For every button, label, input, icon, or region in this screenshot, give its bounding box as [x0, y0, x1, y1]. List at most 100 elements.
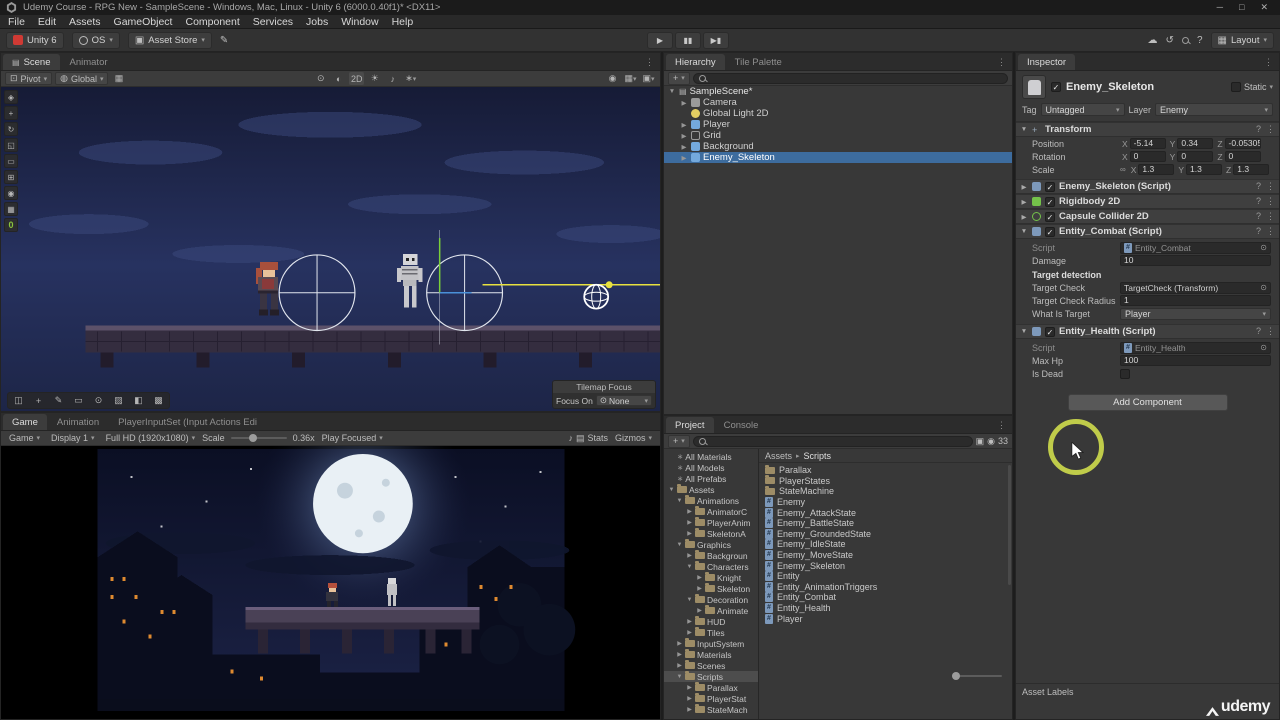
- grid-visual-dropdown[interactable]: ▦ ▾: [623, 72, 638, 85]
- file-enemy-idlestate[interactable]: Enemy_IdleState: [759, 539, 1007, 550]
- tree-scenes[interactable]: ▶ Scenes: [664, 660, 758, 671]
- tab-project[interactable]: Project: [666, 417, 714, 433]
- file-enemy-battlestate[interactable]: Enemy_BattleState: [759, 518, 1007, 529]
- file-statemachine[interactable]: StateMachine: [759, 485, 1007, 497]
- tree-background[interactable]: ▶ Backgroun: [664, 550, 758, 561]
- maximize-button[interactable]: □: [1239, 2, 1244, 13]
- tab-scene[interactable]: ▤ Scene: [3, 54, 60, 70]
- foldout-open-icon[interactable]: ▼: [676, 542, 683, 548]
- tilemap-select-button[interactable]: ◫: [9, 394, 28, 407]
- tree-decoration[interactable]: ▼ Decoration: [664, 594, 758, 605]
- unity-version-button[interactable]: Unity 6: [6, 31, 64, 49]
- tilemap-box-button[interactable]: ▭: [69, 394, 88, 407]
- package-icon[interactable]: ▣: [976, 436, 985, 447]
- scene-visibility-button[interactable]: ◐: [331, 72, 346, 85]
- object-picker-icon[interactable]: ⊙: [1260, 343, 1267, 352]
- tree-all-materials[interactable]: ∗ All Materials: [664, 451, 758, 462]
- os-button[interactable]: OS ▾: [71, 31, 120, 49]
- rect-tool-button[interactable]: ▭: [4, 154, 18, 168]
- tree-playerstat[interactable]: ▶ PlayerStat: [664, 693, 758, 704]
- foldout-closed-icon[interactable]: ▶: [676, 662, 683, 669]
- hierarchy-item-player[interactable]: ▶ Player: [664, 119, 1012, 130]
- play-button[interactable]: ▶: [646, 31, 673, 49]
- panel-menu-icon[interactable]: ⋮: [997, 57, 1006, 68]
- foldout-open-icon[interactable]: ▼: [1020, 328, 1028, 335]
- script-object-field[interactable]: Entity_Combat ⊙: [1120, 241, 1271, 254]
- lighting-toggle[interactable]: ☀: [367, 72, 382, 85]
- foldout-open-icon[interactable]: ▼: [676, 498, 683, 504]
- tree-skeletona[interactable]: ▶ SkeletonA: [664, 528, 758, 539]
- focus-on-dropdown[interactable]: ⊙ None ▾: [595, 395, 652, 406]
- foldout-closed-icon[interactable]: ▶: [680, 121, 688, 129]
- position-z-field[interactable]: -0.05305: [1224, 138, 1261, 149]
- max-hp-field[interactable]: 100: [1120, 355, 1271, 366]
- foldout-closed-icon[interactable]: ▶: [680, 132, 688, 140]
- object-picker-icon[interactable]: ⊙: [1260, 243, 1267, 252]
- create-asset-button[interactable]: + ▾: [668, 434, 690, 448]
- create-object-button[interactable]: + ▾: [668, 71, 690, 85]
- tree-characters[interactable]: ▼ Characters: [664, 561, 758, 572]
- help-icon[interactable]: ?: [1197, 35, 1203, 46]
- file-list-scrollbar[interactable]: [1008, 465, 1011, 585]
- foldout-closed-icon[interactable]: ▶: [1020, 198, 1028, 206]
- transform-tool-button[interactable]: ⊞: [4, 170, 18, 184]
- foldout-closed-icon[interactable]: ▶: [696, 574, 703, 581]
- component-enabled-checkbox[interactable]: ✓: [1045, 326, 1055, 337]
- help-icon[interactable]: ?: [1256, 326, 1261, 337]
- layout-button[interactable]: ▦ Layout ▾: [1210, 31, 1274, 49]
- foldout-open-icon[interactable]: ▼: [668, 487, 675, 493]
- game-view-menu[interactable]: Game ▾: [5, 432, 44, 445]
- hierarchy-scene-root[interactable]: ▼ ▤ SampleScene*: [664, 86, 1012, 97]
- static-dropdown[interactable]: Static ▾: [1230, 82, 1273, 92]
- foldout-open-icon[interactable]: ▼: [668, 88, 676, 95]
- object-picker-icon[interactable]: ⊙: [1260, 283, 1267, 292]
- tab-game[interactable]: Game: [3, 414, 47, 430]
- tree-materials[interactable]: ▶ Materials: [664, 649, 758, 660]
- resolution-dropdown[interactable]: Full HD (1920x1080) ▾: [102, 432, 200, 445]
- tilemap-extra-button[interactable]: ▩: [149, 394, 168, 407]
- tree-knight[interactable]: ▶ Knight: [664, 572, 758, 583]
- foldout-closed-icon[interactable]: ▶: [686, 519, 693, 526]
- rotation-x-field[interactable]: 0: [1129, 151, 1166, 162]
- file-enemy[interactable]: Enemy: [759, 497, 1007, 508]
- step-button[interactable]: ▶▮: [702, 31, 729, 49]
- menu-jobs[interactable]: Jobs: [306, 16, 328, 28]
- foldout-closed-icon[interactable]: ▶: [1020, 213, 1028, 221]
- hidden-objects-button[interactable]: ◉: [605, 72, 620, 85]
- cloud-icon[interactable]: ☁: [1148, 35, 1158, 46]
- tab-hierarchy[interactable]: Hierarchy: [666, 54, 725, 70]
- hierarchy-item-global-light[interactable]: Global Light 2D: [664, 108, 1012, 119]
- foldout-closed-icon[interactable]: ▶: [686, 552, 693, 559]
- tree-all-prefabs[interactable]: ∗ All Prefabs: [664, 473, 758, 484]
- foldout-closed-icon[interactable]: ▶: [686, 684, 693, 691]
- stats-toggle[interactable]: Stats: [587, 433, 608, 443]
- foldout-closed-icon[interactable]: ▶: [676, 651, 683, 658]
- menu-file[interactable]: File: [8, 16, 25, 28]
- enemy-skeleton-script-header[interactable]: ▶ ✓ Enemy_Skeleton (Script) ? ⋮: [1016, 179, 1279, 194]
- file-playerstates[interactable]: PlayerStates: [759, 475, 1007, 487]
- damage-field[interactable]: 10: [1120, 255, 1271, 266]
- file-enemy-skeleton[interactable]: Enemy_Skeleton: [759, 560, 1007, 571]
- component-menu-icon[interactable]: ⋮: [1266, 326, 1275, 337]
- foldout-closed-icon[interactable]: ▶: [1020, 183, 1028, 191]
- menu-edit[interactable]: Edit: [38, 16, 56, 28]
- help-icon[interactable]: ?: [1256, 124, 1261, 135]
- game-viewport[interactable]: [1, 446, 660, 719]
- capsule-collider2d-header[interactable]: ▶ ✓ Capsule Collider 2D ? ⋮: [1016, 209, 1279, 224]
- position-y-field[interactable]: 0.34: [1177, 138, 1214, 149]
- radius-field[interactable]: 1: [1120, 295, 1271, 306]
- tilemap-eraser-button[interactable]: ▨: [109, 394, 128, 407]
- constrain-proportions-icon[interactable]: ∞: [1120, 165, 1126, 174]
- mute-audio-icon[interactable]: ♪: [568, 433, 573, 443]
- scale-tool-button[interactable]: ◱: [4, 138, 18, 152]
- tree-animate[interactable]: ▶ Animate: [664, 605, 758, 616]
- tree-tiles[interactable]: ▶ Tiles: [664, 627, 758, 638]
- tab-playerinputset[interactable]: PlayerInputSet (Input Actions Edi: [109, 414, 266, 430]
- tab-console[interactable]: Console: [715, 417, 768, 433]
- file-entity[interactable]: Entity: [759, 571, 1007, 582]
- menu-component[interactable]: Component: [185, 16, 239, 28]
- tree-hud[interactable]: ▶ HUD: [664, 616, 758, 627]
- pause-button[interactable]: ▮▮: [674, 31, 701, 49]
- tree-playeranim[interactable]: ▶ PlayerAnim: [664, 517, 758, 528]
- foldout-closed-icon[interactable]: ▶: [680, 99, 688, 107]
